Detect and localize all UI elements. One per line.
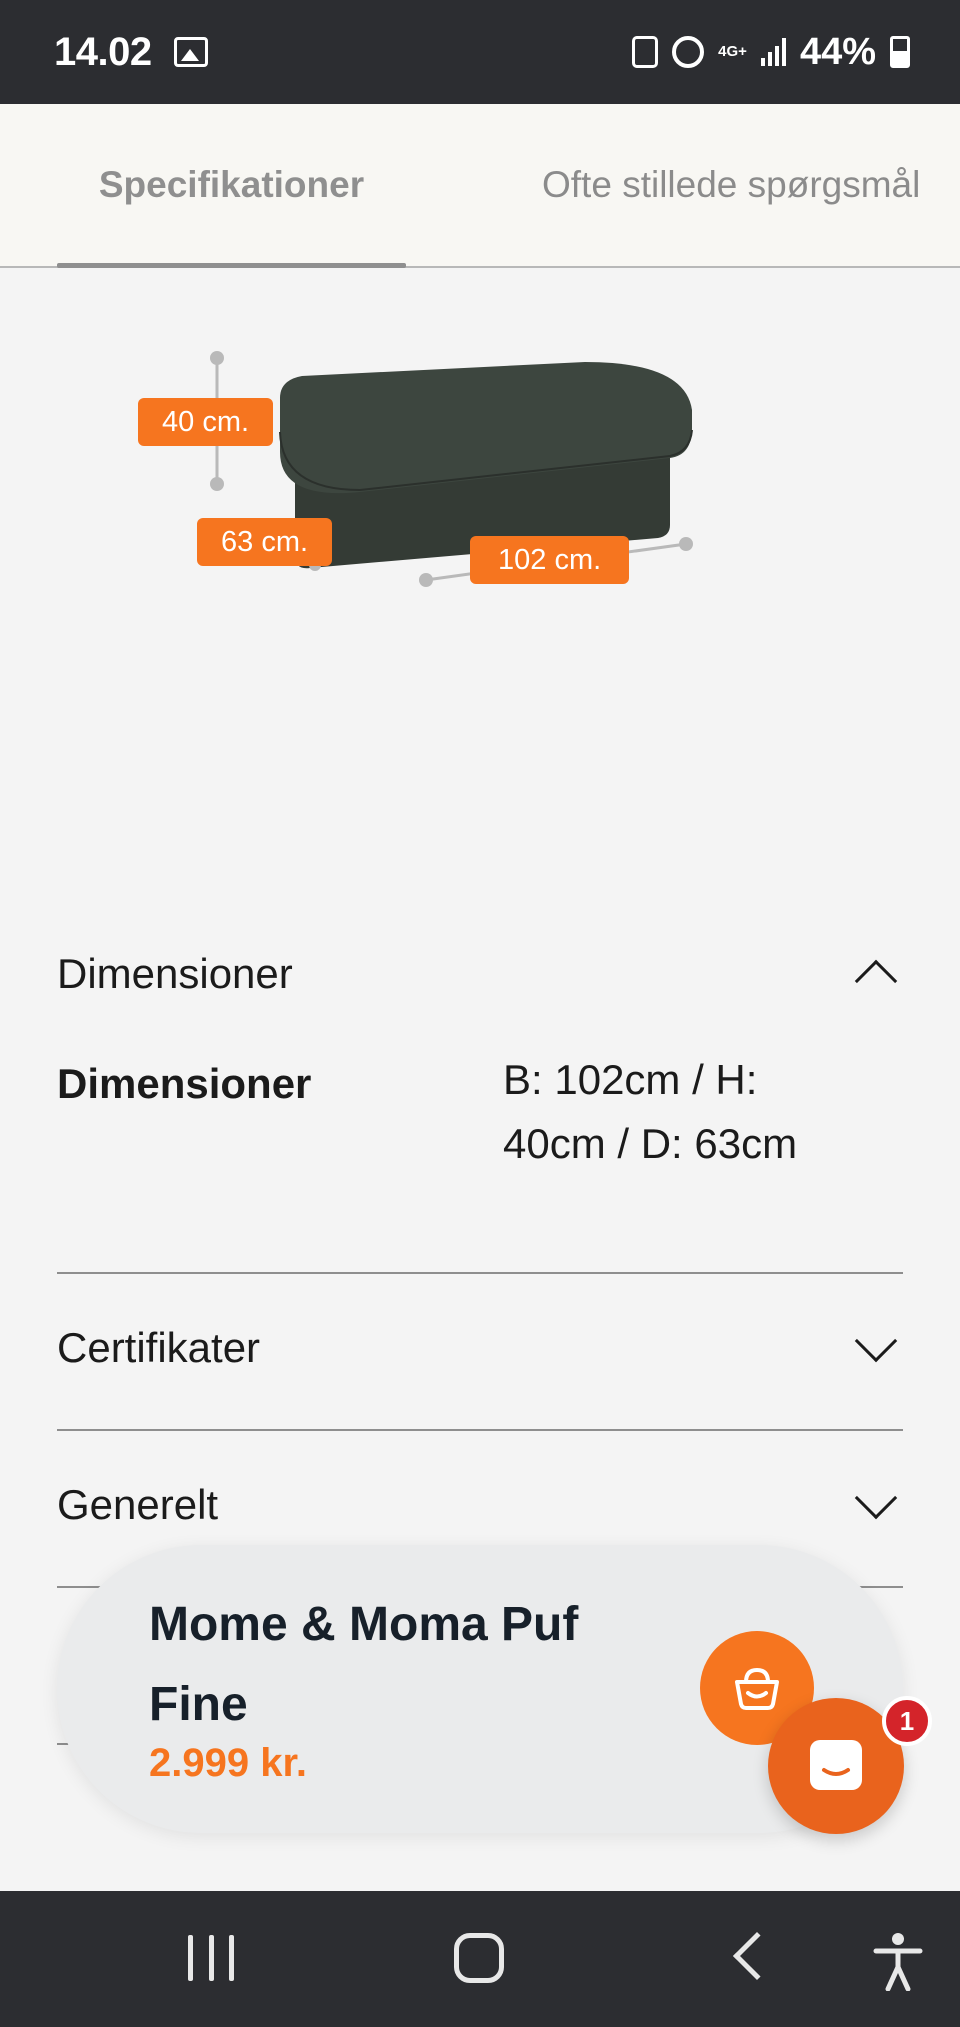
battery-saver-icon: [632, 36, 659, 68]
network-type-label: 4G+: [718, 43, 747, 60]
tab-specifications[interactable]: Specifikationer: [57, 104, 406, 268]
divider: [57, 1429, 903, 1431]
general-accordion-header[interactable]: Generelt: [57, 1476, 903, 1529]
status-icons: 4G+ 44%: [632, 31, 910, 74]
status-time: 14.02: [54, 29, 152, 74]
cart-product-name: Mome & Moma Puf Fine: [149, 1598, 579, 1731]
dimensions-accordion-title: Dimensioner: [57, 950, 293, 997]
back-button[interactable]: [732, 1931, 782, 1981]
signal-strength-icon: [760, 38, 786, 66]
recent-apps-button[interactable]: [188, 1935, 234, 1981]
certificates-accordion-title: Certifikater: [57, 1324, 261, 1371]
product-dimension-image: 40 cm. 63 cm. 102 cm.: [130, 340, 730, 600]
spec-label: Dimensioner: [57, 1060, 312, 1107]
basket-icon: [735, 1667, 779, 1710]
accessibility-icon[interactable]: [872, 1931, 924, 1991]
certificates-accordion-header[interactable]: Certifikater: [57, 1319, 903, 1372]
dimensions-accordion-header[interactable]: Dimensioner: [57, 950, 903, 1003]
tab-faq[interactable]: Ofte stillede spørgsmål: [542, 104, 920, 266]
alarm-icon: [672, 36, 705, 68]
battery-icon: [890, 36, 910, 68]
home-button[interactable]: [454, 1933, 504, 1983]
chevron-down-icon: [854, 1476, 898, 1520]
height-dimension-tag: 40 cm.: [138, 398, 274, 446]
tab-bar: Specifikationer Ofte stillede spørgsmål: [0, 104, 960, 268]
cart-product-price: 2.999 kr.: [149, 1741, 307, 1785]
gallery-notification-icon: [173, 37, 208, 67]
spec-value: B: 102cm / H: 40cm / D: 63cm: [503, 1056, 798, 1167]
general-accordion-title: Generelt: [57, 1481, 219, 1528]
system-navigation-bar: [0, 1891, 960, 2027]
chevron-up-icon: [854, 959, 898, 1003]
chevron-down-icon: [854, 1319, 898, 1363]
battery-percentage: 44%: [799, 30, 876, 73]
chat-icon: [810, 1740, 862, 1790]
depth-dimension-tag: 63 cm.: [197, 518, 333, 566]
divider: [57, 1272, 903, 1274]
width-dimension-tag: 102 cm.: [470, 536, 630, 584]
status-bar: 14.02 4G+ 44%: [0, 0, 960, 104]
chat-notification-badge: 1: [882, 1696, 932, 1746]
